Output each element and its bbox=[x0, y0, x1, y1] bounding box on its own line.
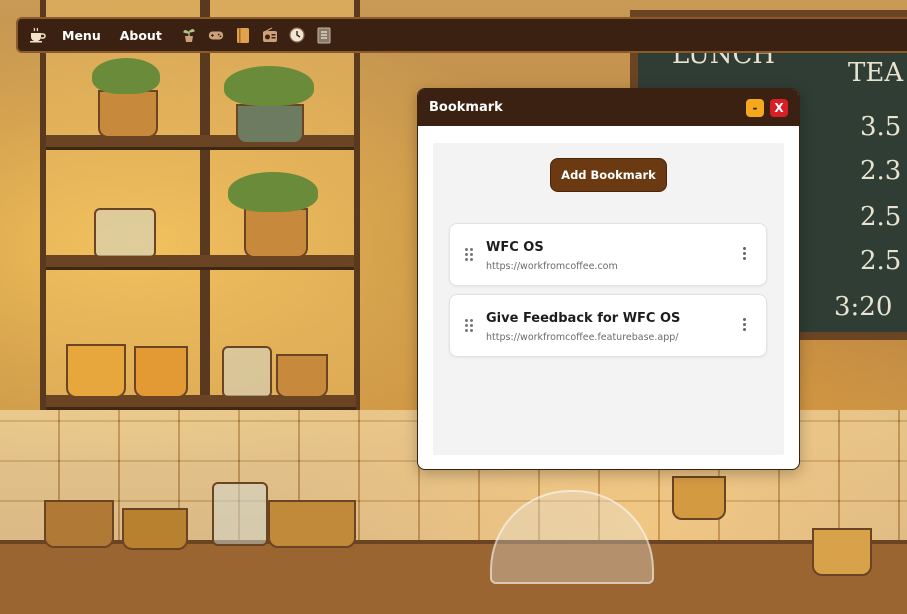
bookmark-window: Bookmark - X Add Bookmark WFC OS https:/… bbox=[417, 88, 800, 470]
board-text: TEA bbox=[848, 58, 904, 88]
plant-leaves bbox=[228, 172, 318, 212]
minimize-button[interactable]: - bbox=[746, 98, 764, 117]
box bbox=[122, 508, 188, 550]
board-text: 2.5 bbox=[860, 202, 902, 232]
box bbox=[672, 476, 726, 520]
drag-handle-icon[interactable] bbox=[465, 248, 473, 262]
drag-handle-icon[interactable] bbox=[465, 319, 473, 333]
board-text: 3.5 bbox=[860, 112, 902, 142]
window-title: Bookmark bbox=[429, 100, 503, 115]
board-text: 3:20 bbox=[834, 292, 893, 322]
box bbox=[812, 528, 872, 576]
close-button[interactable]: X bbox=[770, 98, 788, 117]
bookmark-url: https://workfromcoffee.featurebase.app/ bbox=[486, 332, 679, 343]
window-titlebar[interactable]: Bookmark - X bbox=[418, 89, 799, 126]
plant-leaves bbox=[224, 66, 314, 106]
gamepad-icon[interactable] bbox=[208, 26, 224, 44]
bookmark-list-icon[interactable] bbox=[316, 26, 332, 44]
bookmark-item[interactable]: Give Feedback for WFC OS https://workfro… bbox=[449, 294, 767, 357]
plant-pot bbox=[244, 208, 308, 258]
shelf bbox=[46, 135, 354, 150]
box bbox=[44, 500, 114, 548]
bookmark-title[interactable]: WFC OS bbox=[486, 240, 544, 255]
bookmark-panel: Add Bookmark WFC OS https://workfromcoff… bbox=[433, 143, 784, 455]
board-text: 2.3 bbox=[860, 156, 902, 186]
cup bbox=[276, 354, 328, 398]
more-options-icon[interactable] bbox=[742, 247, 748, 263]
bookmark-url: https://workfromcoffee.com bbox=[486, 261, 618, 272]
shelf bbox=[46, 255, 354, 270]
radio-icon[interactable] bbox=[262, 26, 278, 44]
plant-icon[interactable] bbox=[181, 26, 197, 44]
plant-leaves bbox=[92, 58, 160, 94]
jar bbox=[222, 346, 272, 398]
cup bbox=[134, 346, 188, 398]
shelf-post bbox=[200, 0, 210, 410]
plant-pot bbox=[98, 90, 158, 138]
box bbox=[268, 500, 356, 548]
menu-link[interactable]: Menu bbox=[62, 28, 101, 43]
taskbar: Menu About bbox=[16, 17, 907, 53]
add-bookmark-button[interactable]: Add Bookmark bbox=[550, 158, 667, 192]
jar bbox=[94, 208, 156, 258]
jar bbox=[212, 482, 268, 546]
cup bbox=[66, 344, 126, 398]
clock-icon[interactable] bbox=[289, 26, 305, 44]
more-options-icon[interactable] bbox=[742, 318, 748, 334]
notebook-icon[interactable] bbox=[235, 26, 251, 44]
about-link[interactable]: About bbox=[120, 28, 162, 43]
bookmark-title[interactable]: Give Feedback for WFC OS bbox=[486, 311, 680, 326]
board-text: 2.5 bbox=[860, 246, 902, 276]
plant-pot bbox=[236, 104, 304, 144]
counter bbox=[0, 540, 907, 614]
bookmark-item[interactable]: WFC OS https://workfromcoffee.com bbox=[449, 223, 767, 286]
coffee-cup-icon[interactable] bbox=[28, 25, 48, 45]
